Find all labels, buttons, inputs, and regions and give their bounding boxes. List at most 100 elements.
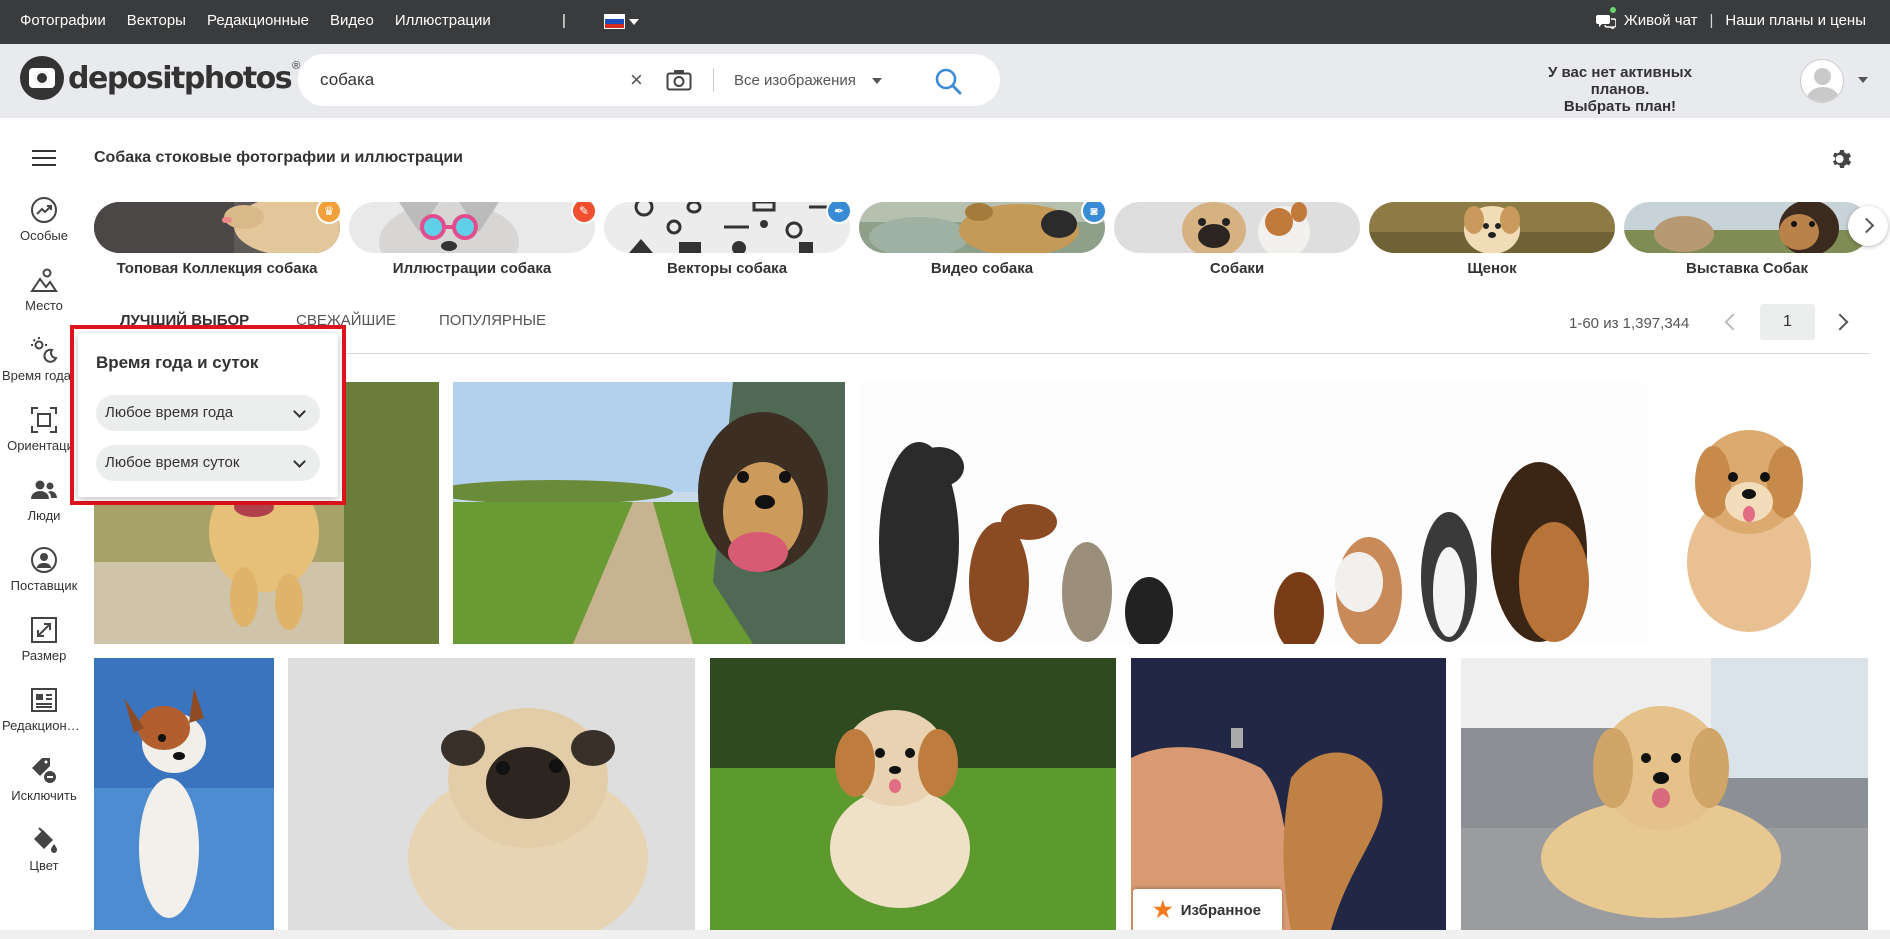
sidebar-item-label: Размер xyxy=(21,648,67,663)
sidebar-item-size[interactable]: Размер xyxy=(0,616,88,678)
result-image[interactable] xyxy=(1661,382,1833,644)
people-icon xyxy=(31,480,57,499)
hamburger-menu-icon[interactable] xyxy=(32,150,56,168)
result-image[interactable] xyxy=(453,382,845,644)
category-thumbnail xyxy=(1624,202,1870,253)
category-label: Видео собака xyxy=(930,260,1034,277)
top-divider: | xyxy=(1709,12,1714,29)
header: depositphotos ® × Все изображения У вас … xyxy=(0,44,1890,118)
contributor-icon xyxy=(31,547,57,573)
favorites-label: Избранное xyxy=(1180,901,1261,919)
result-image[interactable] xyxy=(710,658,1116,930)
category-label: Щенок xyxy=(1467,260,1517,277)
tab-popular[interactable]: Популярные xyxy=(439,312,546,329)
clear-icon[interactable]: × xyxy=(630,67,643,93)
camera-logo-icon xyxy=(20,56,64,100)
result-image[interactable] xyxy=(94,658,274,930)
category-thumbnail xyxy=(94,202,340,253)
place-icon xyxy=(30,268,58,292)
camera-search-icon[interactable] xyxy=(666,69,692,96)
orientation-icon xyxy=(31,407,57,433)
season-time-popup-highlight: Время года и суток Любое время года Любо… xyxy=(70,325,346,505)
chat-icon[interactable] xyxy=(1595,6,1616,29)
logo[interactable]: depositphotos ® xyxy=(20,56,300,100)
results-count: 1-60 из 1,397,344 xyxy=(1569,315,1690,332)
star-icon: ★ xyxy=(1153,897,1173,922)
category-card[interactable]: Собаки xyxy=(1114,202,1360,277)
trend-icon xyxy=(31,197,57,223)
sidebar-item-color[interactable]: Цвет xyxy=(0,826,88,888)
category-card[interactable]: ◙ Видео собака xyxy=(859,202,1107,277)
favorites-button[interactable]: ★ Избранное xyxy=(1133,889,1282,931)
category-label: Собаки xyxy=(1209,260,1265,277)
prev-page-button[interactable] xyxy=(1722,314,1736,328)
russian-flag-icon[interactable] xyxy=(604,14,625,29)
season-icon xyxy=(31,337,58,363)
search-bar: × Все изображения xyxy=(298,54,1000,106)
color-icon xyxy=(34,827,57,853)
next-page-button[interactable] xyxy=(1836,314,1850,328)
category-thumbnail xyxy=(349,202,595,253)
sidebar-item-label: Люди xyxy=(27,508,61,523)
category-card[interactable]: ♛ Топовая Коллекция собака xyxy=(94,202,342,277)
category-thumbnail xyxy=(1114,202,1360,253)
chevron-down-icon[interactable] xyxy=(1858,77,1868,83)
logo-text: depositphotos xyxy=(68,60,293,96)
live-chat-link[interactable]: Живой чат xyxy=(1624,12,1698,29)
editorial-icon xyxy=(31,688,57,712)
sidebar-item-label: Редакционные xyxy=(2,718,86,733)
season-time-popup: Время года и суток Любое время года Любо… xyxy=(78,333,338,497)
search-divider xyxy=(713,68,714,92)
category-card[interactable]: ✒ Векторы собака xyxy=(604,202,852,277)
top-right-links: Живой чат | Наши планы и цены xyxy=(1595,6,1866,29)
result-image[interactable] xyxy=(1461,658,1868,930)
nav-editorial[interactable]: Редакционные xyxy=(207,12,309,29)
nav-vectors[interactable]: Векторы xyxy=(127,12,186,29)
plan-notice[interactable]: У вас нет активных планов. Выбрать план! xyxy=(1520,64,1720,115)
result-image[interactable] xyxy=(859,382,1647,644)
category-label: Иллюстрации собака xyxy=(392,260,552,277)
nav-video[interactable]: Видео xyxy=(330,12,374,29)
plan-line-1: У вас нет активных планов. xyxy=(1548,64,1692,98)
avatar[interactable] xyxy=(1800,59,1844,103)
search-icon[interactable] xyxy=(934,67,962,100)
search-input[interactable] xyxy=(320,68,640,92)
size-icon xyxy=(31,617,57,643)
carousel-next-button[interactable] xyxy=(1848,206,1888,246)
plans-link[interactable]: Наши планы и цены xyxy=(1725,12,1866,29)
category-label: Выставка Собак xyxy=(1685,260,1809,277)
category-card[interactable]: Щенок xyxy=(1369,202,1615,277)
popup-title: Время года и суток xyxy=(96,353,259,372)
daytime-select[interactable]: Любое время суток xyxy=(96,445,320,481)
gear-icon[interactable] xyxy=(1830,147,1854,176)
category-thumbnail xyxy=(604,202,850,253)
category-thumbnail xyxy=(1369,202,1615,253)
sidebar-item-label: Место xyxy=(25,298,63,313)
category-label: Топовая Коллекция собака xyxy=(116,260,318,277)
category-card[interactable]: ✎ Иллюстрации собака xyxy=(349,202,597,277)
nav-photos[interactable]: Фотографии xyxy=(20,12,106,29)
image-type-select[interactable]: Все изображения xyxy=(734,72,856,89)
page-title: Собака стоковые фотографии и иллюстрации xyxy=(94,149,463,166)
exclude-icon xyxy=(32,758,56,783)
sidebar-item-exclude[interactable]: Исключить xyxy=(0,756,88,818)
nav-illustrations[interactable]: Иллюстрации xyxy=(395,12,491,29)
result-image[interactable] xyxy=(288,658,695,930)
chevron-down-icon[interactable] xyxy=(872,78,882,84)
main-nav: Фотографии Векторы Редакционные Видео Ил… xyxy=(20,12,512,29)
sidebar-item-contributor[interactable]: Поставщик xyxy=(0,546,88,608)
sidebar-item-special[interactable]: Особые xyxy=(0,196,88,258)
season-select[interactable]: Любое время года xyxy=(96,395,320,431)
category-card[interactable]: Выставка Собак xyxy=(1624,202,1870,277)
category-carousel: ♛ Топовая Коллекция собака ✎ Иллюстрации… xyxy=(94,202,1890,282)
sidebar-item-place[interactable]: Место xyxy=(0,266,88,328)
sidebar-item-label: Поставщик xyxy=(10,578,78,593)
sidebar-item-label: Особые xyxy=(19,228,68,243)
nav-separator: | xyxy=(562,12,566,29)
chevron-down-icon[interactable] xyxy=(629,19,639,25)
plan-line-2: Выбрать план! xyxy=(1563,98,1677,115)
page-number-input[interactable]: 1 xyxy=(1760,304,1815,340)
category-label: Векторы собака xyxy=(666,260,788,277)
sidebar-item-editorial[interactable]: Редакционные xyxy=(0,686,88,748)
online-dot xyxy=(1609,6,1616,13)
